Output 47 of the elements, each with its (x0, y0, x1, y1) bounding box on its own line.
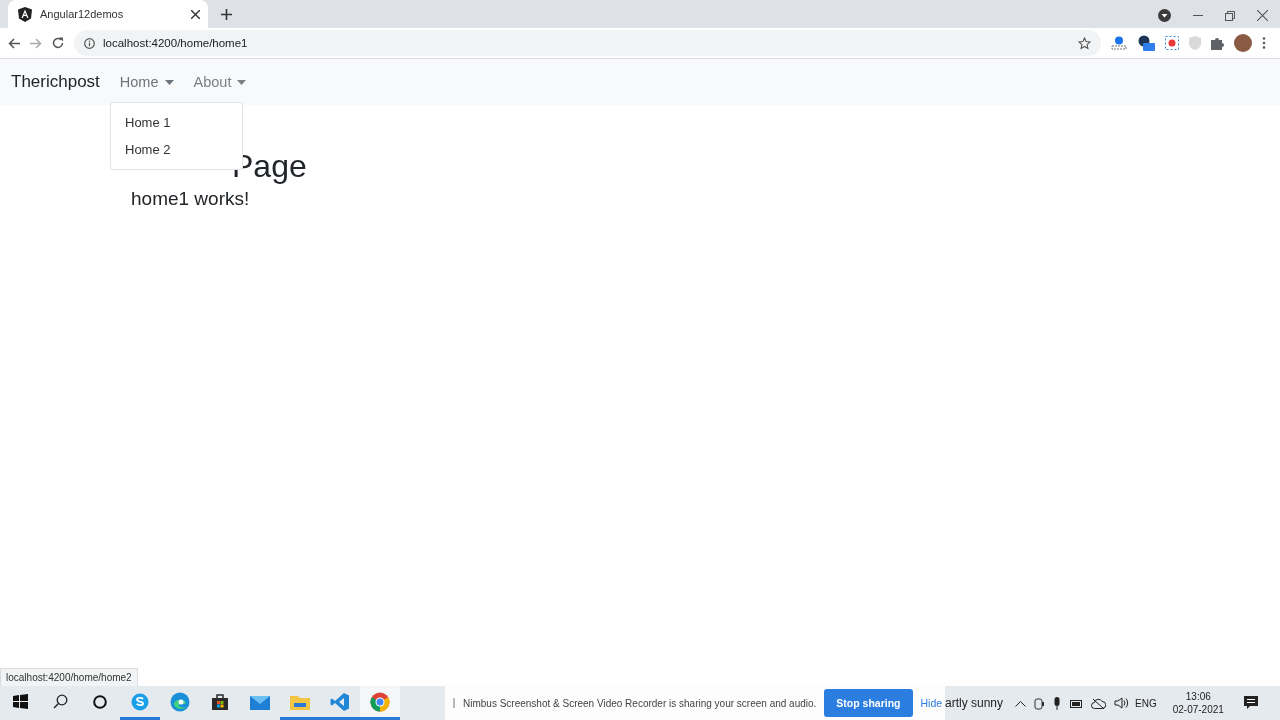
extension-icon[interactable] (1137, 35, 1155, 51)
caret-icon (164, 79, 174, 85)
browser-tab[interactable]: Angular12demos (8, 0, 208, 28)
microphone-icon[interactable] (1053, 696, 1062, 710)
weather-text[interactable]: artly sunny (945, 696, 1004, 710)
search-icon[interactable] (52, 694, 68, 709)
menu-icon[interactable] (1262, 37, 1266, 49)
code-editor-icon (330, 691, 350, 712)
store-icon (211, 692, 229, 711)
reload-icon[interactable] (52, 37, 64, 49)
cortana-icon[interactable] (93, 694, 107, 709)
chevron-up-icon[interactable] (1015, 699, 1027, 707)
hide-link[interactable]: Hide (920, 697, 943, 709)
edge-icon (170, 691, 190, 712)
profile-avatar[interactable] (1234, 34, 1252, 52)
clock[interactable]: 13:06 02-07-2021 (1172, 690, 1224, 716)
new-tab-icon[interactable] (220, 8, 232, 20)
dropdown-item[interactable]: Home 1 (111, 109, 242, 136)
close-icon[interactable] (191, 9, 200, 19)
tab-search-icon[interactable] (1158, 9, 1171, 22)
chrome-icon (370, 691, 390, 712)
dropdown-item[interactable]: Home 2 (111, 136, 242, 163)
tray-app-icon[interactable] (1034, 696, 1046, 710)
nav-dropdown[interactable]: Home (119, 74, 174, 90)
notification-icon[interactable] (1243, 696, 1258, 710)
cloud-icon[interactable] (1091, 697, 1107, 709)
brand-link[interactable]: Therichpost (11, 72, 100, 92)
battery-icon[interactable] (1069, 698, 1084, 708)
folder-icon (290, 693, 310, 710)
angular-logo-icon (18, 6, 32, 22)
page-subheading: home1 works! (131, 187, 251, 211)
puzzle-icon[interactable] (1211, 36, 1224, 50)
stop-sharing-button[interactable]: Stop sharing (824, 689, 913, 717)
language-indicator[interactable]: ENG (1135, 697, 1157, 709)
nav-dropdown[interactable]: About (193, 74, 247, 90)
volume-icon[interactable] (1114, 697, 1130, 709)
star-icon[interactable] (1078, 36, 1091, 50)
info-icon[interactable] (84, 37, 95, 49)
address-bar[interactable]: localhost:4200/home/home1 (74, 30, 1101, 56)
record-icon[interactable] (1165, 36, 1179, 50)
skype-icon (131, 692, 149, 711)
back-icon[interactable] (8, 37, 20, 49)
restore-icon[interactable] (1225, 10, 1235, 21)
windows-start-icon[interactable] (12, 694, 28, 709)
mail-icon (250, 693, 270, 710)
sharing-message: Nimbus Screenshot & Screen Video Recorder is sharing your screen and audio. (463, 697, 817, 709)
caret-icon (237, 79, 247, 85)
